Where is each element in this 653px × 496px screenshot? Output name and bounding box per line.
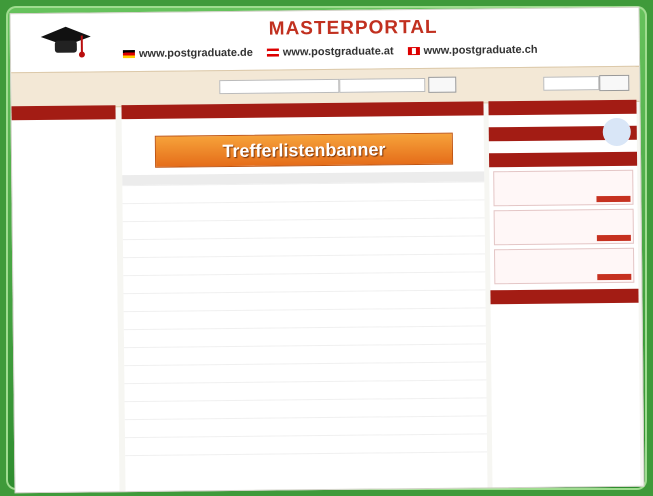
featured-programs-header (488, 151, 638, 168)
watchlist-text (491, 303, 639, 311)
site-logo-text[interactable]: MASTERPORTAL (269, 17, 438, 41)
main-content: Trefferlistenbanner (121, 101, 488, 492)
germany-flag-icon (122, 50, 135, 59)
table-row[interactable] (122, 181, 485, 204)
site-link-de[interactable]: www.postgraduate.de (122, 46, 253, 60)
table-row[interactable] (123, 253, 486, 276)
watchlist-box (490, 288, 639, 311)
table-row[interactable] (122, 235, 486, 258)
graduation-hat-icon (40, 26, 91, 58)
program-ad[interactable] (493, 169, 634, 207)
country-links: www.postgraduate.de www.postgraduate.at … (122, 43, 538, 60)
ad-more-button[interactable] (596, 234, 631, 242)
site-link-label: www.postgraduate.at (282, 45, 394, 59)
keyword-input[interactable] (543, 76, 600, 91)
keyword-search-button[interactable] (599, 74, 630, 92)
featured-programs-box (488, 151, 638, 285)
field-filter-select[interactable] (219, 78, 340, 95)
country-filter-select[interactable] (339, 77, 426, 93)
table-row[interactable] (124, 361, 487, 384)
table-row[interactable] (124, 433, 488, 456)
site-link-ch[interactable]: www.postgraduate.ch (407, 43, 538, 57)
ad-more-button[interactable] (596, 195, 631, 203)
table-row[interactable] (123, 307, 486, 330)
austria-flag-icon (266, 48, 279, 57)
right-sidebar (488, 99, 641, 488)
table-row[interactable] (122, 199, 485, 222)
ad-more-button[interactable] (597, 273, 632, 281)
site-link-label: www.postgraduate.de (138, 46, 253, 60)
browser-screenshot: MASTERPORTAL www.postgraduate.de www.pos… (9, 6, 645, 494)
program-ad[interactable] (493, 208, 634, 246)
table-row[interactable] (124, 415, 487, 438)
table-row[interactable] (123, 325, 486, 348)
sidebar-list (12, 119, 117, 204)
sidebar-item[interactable] (16, 195, 116, 204)
table-row[interactable] (122, 217, 485, 240)
site-header: MASTERPORTAL www.postgraduate.de www.pos… (10, 7, 640, 73)
news-box-header (488, 99, 637, 116)
table-row[interactable] (123, 289, 486, 312)
site-link-at[interactable]: www.postgraduate.at (266, 45, 394, 59)
switzerland-flag-icon (407, 47, 420, 56)
result-table (122, 171, 488, 474)
left-sidebar (11, 105, 120, 493)
program-ad[interactable] (494, 247, 635, 285)
table-row[interactable] (125, 451, 488, 474)
table-row[interactable] (123, 271, 486, 294)
news-box (488, 99, 637, 147)
watchlist-header (490, 288, 639, 305)
result-list-banner[interactable]: Trefferlistenbanner (154, 132, 454, 168)
sidebar-header-band (11, 105, 116, 121)
table-row[interactable] (124, 379, 487, 402)
table-row[interactable] (124, 397, 487, 420)
person-photo-icon (602, 117, 631, 147)
main-header-band (121, 101, 484, 120)
table-row[interactable] (124, 343, 487, 366)
site-link-label: www.postgraduate.ch (423, 43, 538, 57)
filter-search-button[interactable] (428, 76, 457, 93)
